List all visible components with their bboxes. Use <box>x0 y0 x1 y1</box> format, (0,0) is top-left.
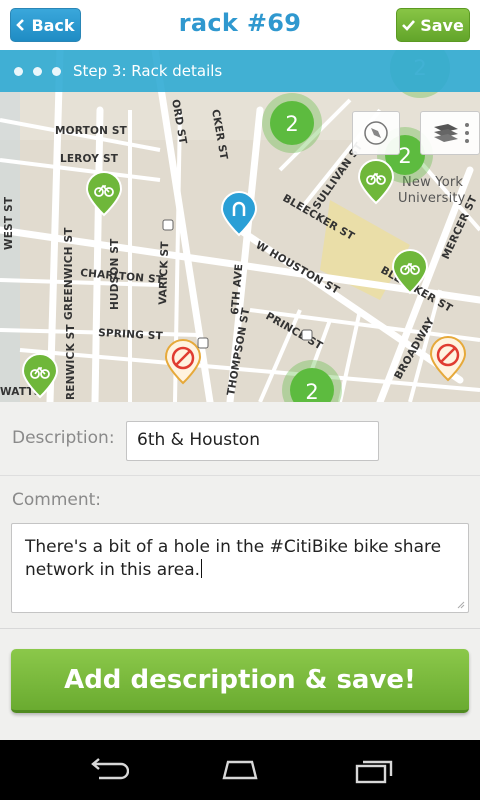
comment-label: Comment: <box>12 490 102 510</box>
overflow-menu-icon <box>465 123 469 143</box>
nav-back-button[interactable] <box>77 750 137 790</box>
layers-icon <box>434 124 458 142</box>
svg-text:2: 2 <box>398 144 411 168</box>
comment-textarea[interactable]: There's a bit of a hole in the #CitiBike… <box>11 523 469 613</box>
description-label: Description: <box>12 428 115 448</box>
rack-details-form: Description: 6th & Houston Comment: Ther… <box>0 402 480 740</box>
back-icon <box>90 758 129 780</box>
description-row: Description: 6th & Houston <box>0 402 480 476</box>
street-label: GREENWICH ST <box>63 227 75 320</box>
map-canvas[interactable]: MORTON ST LEROY ST GREENWICH ST HUDSON S… <box>0 50 480 402</box>
add-description-save-button[interactable]: Add description & save! <box>11 649 469 713</box>
step-dot <box>52 66 61 76</box>
screen: MORTON ST LEROY ST GREENWICH ST HUDSON S… <box>0 0 480 800</box>
step-dot <box>33 66 42 76</box>
street-label: VARICK ST <box>157 241 171 306</box>
step-dot <box>14 66 23 76</box>
home-icon <box>222 760 258 780</box>
comment-text: There's a bit of a hole in the #CitiBike… <box>25 537 442 580</box>
street-label: LEROY ST <box>60 153 119 165</box>
compass-button[interactable] <box>352 111 400 155</box>
recents-icon <box>356 760 393 784</box>
street-label: WEST ST <box>3 196 15 250</box>
street-label: MORTON ST <box>55 125 128 137</box>
cluster-marker[interactable]: 2 <box>262 93 322 153</box>
header-bar: Back rack #69 Save <box>0 0 480 50</box>
nav-recents-button[interactable] <box>343 750 403 790</box>
description-input[interactable]: 6th & Houston <box>126 421 379 461</box>
step-label: Step 3: Rack details <box>73 62 223 80</box>
divider <box>0 628 480 629</box>
street-label: RENWICK ST <box>65 324 77 400</box>
save-button[interactable]: Save <box>396 8 470 42</box>
system-nav-bar <box>0 740 480 800</box>
map-view[interactable]: MORTON ST LEROY ST GREENWICH ST HUDSON S… <box>0 50 480 402</box>
resize-grip-icon[interactable] <box>457 601 465 609</box>
svg-text:2: 2 <box>285 112 298 136</box>
compass-icon <box>364 121 388 145</box>
layers-button[interactable] <box>420 111 480 155</box>
text-cursor <box>201 559 203 578</box>
check-icon <box>402 20 416 31</box>
step-indicator: Step 3: Rack details <box>0 50 480 92</box>
save-label: Save <box>420 15 464 35</box>
svg-text:2: 2 <box>305 380 318 402</box>
nav-home-button[interactable] <box>210 750 270 790</box>
